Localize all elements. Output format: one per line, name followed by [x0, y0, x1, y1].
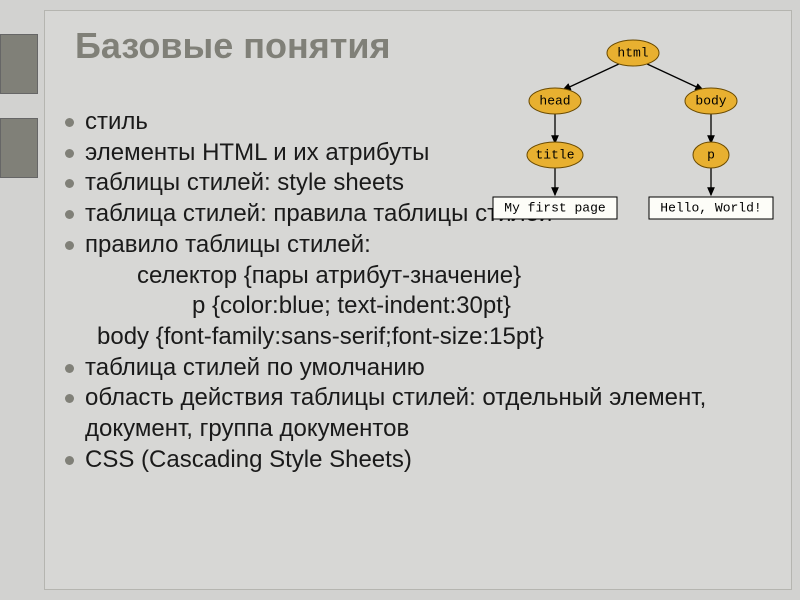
side-tab-2 — [0, 118, 38, 178]
slide: Базовые понятия стиль элементы HTML и их… — [44, 10, 792, 590]
dom-tree-diagram: html head body title p My first page Hel… — [473, 35, 783, 235]
tree-node-title: title — [535, 147, 574, 162]
side-tab-1 — [0, 34, 38, 94]
tree-leaf-1: My first page — [504, 200, 605, 215]
bullet-subline: body {font-family:sans-serif;font-size:1… — [57, 322, 777, 353]
slide-title: Базовые понятия — [75, 25, 390, 67]
tree-node-html: html — [617, 45, 648, 60]
tree-node-head: head — [539, 93, 570, 108]
tree-node-body: body — [695, 93, 726, 108]
bullet-item: CSS (Cascading Style Sheets) — [57, 445, 777, 476]
tree-leaf-2: Hello, World! — [660, 200, 761, 215]
bullet-item: область действия таблицы стилей: отдельн… — [57, 383, 777, 444]
bullet-subline: селектор {пары атрибут-значение} — [57, 261, 777, 292]
bullet-subline: p {color:blue; text-indent:30pt} — [57, 291, 777, 322]
tree-node-p: p — [707, 147, 715, 162]
bullet-item: таблица стилей по умолчанию — [57, 353, 777, 384]
